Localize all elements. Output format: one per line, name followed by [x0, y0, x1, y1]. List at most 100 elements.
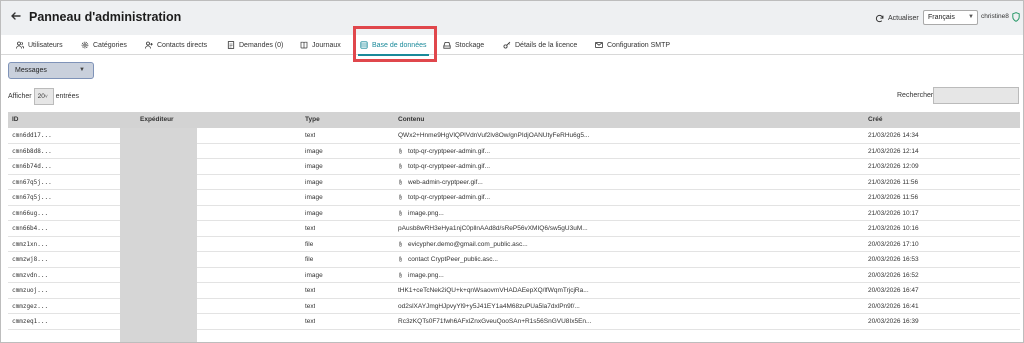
cell-id: cmmzwj8...	[12, 256, 49, 263]
cell-content: totp-qr-cryptpeer-admin.gif...	[398, 159, 490, 175]
tab-bar: Utilisateurs Catégories Contacts directs…	[1, 35, 1023, 56]
cell-type: file	[305, 256, 314, 263]
cell-content-text: evicypher.demo@gmail.com_public.asc...	[408, 240, 528, 248]
chevron-down-icon: ▼	[79, 67, 85, 73]
cell-content: totp-qr-cryptpeer-admin.gif...	[398, 144, 490, 160]
back-arrow-icon[interactable]	[10, 9, 24, 25]
cell-content-text: totp-qr-cryptpeer-admin.gif...	[408, 194, 491, 201]
cell-created: 21/03/2026 11:56	[868, 178, 919, 186]
tab-label: Stockage	[455, 41, 485, 49]
length-select[interactable]: 20˅	[33, 87, 54, 105]
page-title: Panneau d'administration	[29, 10, 182, 24]
language-value: Français	[928, 14, 955, 21]
paperclip-icon	[399, 241, 402, 247]
key-icon	[503, 41, 511, 49]
cell-content-text: image.png...	[408, 209, 444, 217]
cell-id: cmn66b4...	[12, 225, 49, 232]
column-header-type[interactable]: Type	[305, 112, 320, 128]
tab-requests[interactable]: Demandes (0)	[227, 35, 283, 55]
refresh-button[interactable]: Actualiser	[875, 11, 919, 25]
cell-created: 21/03/2026 10:16	[868, 225, 919, 232]
cell-id: cmn6b74d...	[12, 163, 52, 170]
column-header-label: Contenu	[398, 116, 425, 123]
cell-created: 20/03/2026 16:47	[868, 287, 919, 294]
column-header-content[interactable]: Contenu	[398, 112, 424, 128]
cell-id: cmn6b8d8...	[12, 147, 52, 155]
mail-icon	[595, 42, 603, 48]
cell-content: image.png...	[398, 268, 444, 284]
cell-type: image	[305, 147, 323, 155]
tab-license-details[interactable]: Détails de la licence	[503, 35, 577, 55]
cell-id: cmmzgez...	[12, 302, 49, 310]
cell-content-text: QWx2+Hnme9HgVlQPlVdnVuf2lv8Ow/gnPIdjOANU…	[398, 132, 590, 139]
table-select[interactable]: Messages ▼	[8, 62, 94, 79]
paperclip-icon	[399, 194, 402, 200]
paperclip-icon	[399, 256, 402, 262]
redacted-sender-column	[120, 128, 197, 342]
table-select-value: Messages	[15, 67, 47, 74]
highlight-annotation	[353, 26, 437, 62]
column-header-label: Créé	[868, 116, 883, 123]
tab-label: Contacts directs	[157, 41, 208, 49]
cell-created: 21/03/2026 14:34	[868, 132, 919, 139]
language-select[interactable]: Français ▼	[923, 10, 978, 25]
drive-icon	[443, 42, 451, 49]
refresh-icon	[875, 14, 884, 22]
tab-smtp-config[interactable]: Configuration SMTP	[595, 35, 670, 55]
cell-id: cmmzeq1...	[12, 318, 49, 325]
cell-content-text: tHK1+ceTcNek2iQU+k+qnWsaovmVHADAEepXQ/lf…	[398, 287, 589, 294]
cell-content: contact CryptPeer_public.asc...	[398, 252, 498, 268]
user-plus-icon	[145, 41, 153, 49]
cell-created: 20/03/2026 17:10	[868, 240, 919, 248]
cell-content-text: image.png...	[408, 271, 444, 279]
gear-icon	[81, 41, 89, 49]
cell-type: text	[305, 287, 316, 294]
paperclip-icon	[399, 179, 402, 185]
column-header-id[interactable]: ID	[12, 112, 19, 128]
column-header-sender[interactable]: Expéditeur	[140, 112, 174, 128]
shield-icon	[1012, 12, 1020, 22]
chevron-down-icon: ˅	[44, 93, 48, 100]
cell-content-text: od2slXAYJmgHJpvyYl9+y5J41EY1a4M68zuPUa5l…	[398, 302, 580, 310]
cell-content-text: web-admin-cryptpeer.gif...	[408, 178, 483, 186]
cell-type: image	[305, 163, 323, 170]
cell-created: 20/03/2026 16:53	[868, 256, 919, 263]
tab-label: Demandes (0)	[239, 41, 284, 49]
tab-logs[interactable]: Journaux	[300, 35, 341, 55]
cell-id: cmmzvdn...	[12, 271, 49, 279]
cell-type: text	[305, 225, 316, 232]
length-value: 20	[37, 92, 45, 100]
username-label: christine8	[981, 13, 1009, 20]
cell-content: od2slXAYJmgHJpvyYl9+y5J41EY1a4M68zuPUa5l…	[398, 299, 580, 315]
cell-created: 20/03/2026 16:52	[868, 271, 919, 279]
cell-content: Rc3zKQTs0F71fwh6AFxlZnxGveuQooSAn+R1s56S…	[398, 314, 591, 330]
refresh-label: Actualiser	[888, 14, 919, 22]
cell-content: QWx2+Hnme9HgVlQPlVdnVuf2lv8Ow/gnPIdjOANU…	[398, 128, 589, 144]
column-header-created[interactable]: Créé	[868, 112, 882, 128]
cell-type: text	[305, 318, 316, 325]
cell-content-text: totp-qr-cryptpeer-admin.gif...	[408, 163, 491, 170]
cell-content: evicypher.demo@gmail.com_public.asc...	[398, 237, 528, 253]
cell-type: image	[305, 209, 323, 217]
tab-label: Utilisateurs	[28, 41, 63, 49]
cell-type: file	[305, 240, 314, 248]
paperclip-icon	[399, 272, 402, 278]
tab-direct-contacts[interactable]: Contacts directs	[145, 35, 207, 55]
tab-storage[interactable]: Stockage	[443, 35, 484, 55]
tab-users[interactable]: Utilisateurs	[16, 35, 63, 55]
cell-id: cmn6dd17...	[12, 132, 52, 139]
cell-id: cmmzuoj...	[12, 287, 49, 294]
cell-type: image	[305, 194, 323, 201]
tab-label: Détails de la licence	[515, 41, 578, 49]
cell-created: 21/03/2026 12:09	[868, 163, 919, 170]
column-header-label: ID	[12, 116, 19, 123]
tab-label: Configuration SMTP	[607, 41, 671, 49]
column-header-label: Expéditeur	[140, 116, 174, 123]
search-input[interactable]	[933, 87, 1019, 104]
tab-categories[interactable]: Catégories	[81, 35, 127, 55]
length-prefix: Afficher	[8, 92, 32, 100]
length-suffix: entrées	[55, 92, 79, 100]
cell-content-text: pAusb8wRH3eHya1njC0pllnAAd8d/sReP56vXMIQ…	[398, 225, 588, 232]
cell-content: totp-qr-cryptpeer-admin.gif...	[398, 190, 490, 206]
cell-type: text	[305, 302, 316, 310]
